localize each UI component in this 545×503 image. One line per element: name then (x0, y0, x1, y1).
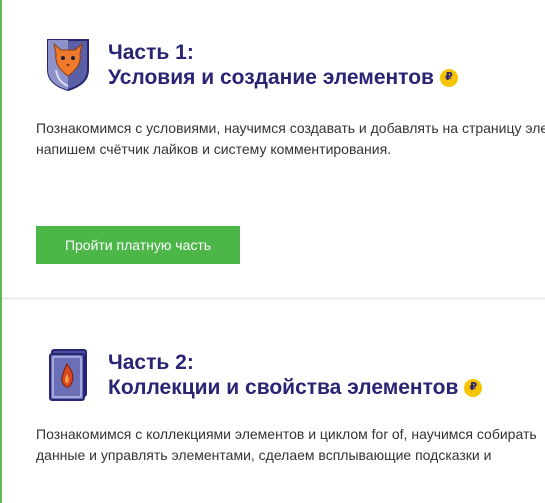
part-1-description: Познакомимся с условиями, научимся созда… (36, 118, 545, 160)
part-1-title: Часть 1: Условия и создание элементов ₽ (108, 40, 458, 90)
part-2-header: Часть 2: Коллекции и свойства элементов … (36, 346, 545, 402)
part-1-section: Часть 1: Условия и создание элементов ₽ … (36, 36, 545, 160)
part-1-description-line-1: Познакомимся с условиями, научимся созда… (36, 120, 545, 136)
section-divider (2, 297, 545, 300)
ruble-coin-icon: ₽ (464, 378, 483, 397)
part-1-description-line-2: напишем счётчик лайков и систему коммент… (36, 141, 392, 157)
book-flame-icon (49, 349, 87, 401)
part-2-description: Познакомимся с коллекциями элементов и ц… (36, 424, 545, 466)
part-2-title-row: Коллекции и свойства элементов ₽ (108, 375, 483, 400)
part-2-section: Часть 2: Коллекции и свойства элементов … (36, 346, 545, 466)
part-2-description-line-1: Познакомимся с коллекциями элементов и ц… (36, 426, 537, 442)
left-accent-line (0, 0, 2, 503)
part-1-title-number: Часть 1: (108, 41, 194, 64)
cat-shield-icon (47, 39, 89, 92)
paid-part-button[interactable]: Пройти платную часть (36, 226, 240, 264)
course-parts-page: Часть 1: Условия и создание элементов ₽ … (0, 0, 545, 503)
part-2-title-number: Часть 2: (108, 351, 194, 374)
part-1-title-row: Условия и создание элементов ₽ (108, 65, 458, 90)
part-1-title-text: Условия и создание элементов (108, 66, 434, 89)
part-2-title-text: Коллекции и свойства элементов (108, 376, 459, 399)
part-1-header: Часть 1: Условия и создание элементов ₽ (36, 36, 545, 92)
part-2-description-line-2: данные и управлять элементами, сделаем в… (36, 447, 492, 463)
part-2-title: Часть 2: Коллекции и свойства элементов … (108, 350, 483, 400)
ruble-coin-icon: ₽ (439, 68, 458, 87)
